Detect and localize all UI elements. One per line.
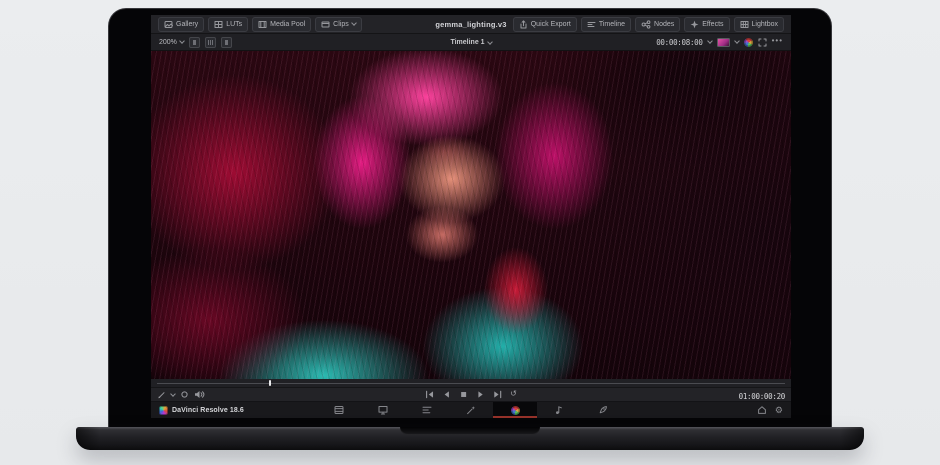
viewer-bar-right-group: 00:00:08:00 ••• bbox=[656, 38, 783, 47]
page-fusion-button[interactable] bbox=[449, 402, 493, 418]
lightbox-icon bbox=[740, 20, 749, 29]
loop-button[interactable]: ↺ bbox=[510, 390, 517, 398]
media-pool-icon bbox=[258, 20, 267, 29]
monitor-preview-icon[interactable] bbox=[717, 38, 730, 47]
page-fairlight-button[interactable] bbox=[537, 402, 581, 418]
color-wheel-icon[interactable] bbox=[744, 38, 753, 47]
transport-bar: ↺ 01:00:00:20 bbox=[151, 388, 791, 402]
timeline-scrubber[interactable] bbox=[151, 379, 791, 388]
page-color-button[interactable] bbox=[493, 402, 537, 418]
luts-button[interactable]: LUTs bbox=[208, 17, 248, 32]
nodes-icon bbox=[641, 20, 651, 29]
toolbar-right-group: Quick Export Timeline Nodes Effects bbox=[513, 17, 784, 32]
chevron-down-icon[interactable] bbox=[707, 38, 713, 44]
viewer-timecode: 00:00:08:00 bbox=[656, 38, 702, 47]
quick-export-button[interactable]: Quick Export bbox=[513, 17, 577, 32]
page-background: gemma_lighting.v3 Gallery LUTs Media Poo… bbox=[0, 0, 940, 465]
viewer-canvas bbox=[151, 51, 791, 379]
nodes-button[interactable]: Nodes bbox=[635, 17, 680, 32]
annotation-icon[interactable] bbox=[180, 390, 189, 399]
transport-controls: ↺ bbox=[425, 390, 517, 399]
chevron-down-icon[interactable] bbox=[170, 391, 176, 397]
playhead-timecode: 01:00:00:20 bbox=[739, 392, 785, 401]
quick-export-icon bbox=[519, 20, 528, 29]
top-toolbar: gemma_lighting.v3 Gallery LUTs Media Poo… bbox=[151, 15, 791, 34]
fur-texture-overlay bbox=[151, 51, 791, 379]
lightbox-button[interactable]: Lightbox bbox=[734, 17, 784, 32]
more-options-icon[interactable]: ••• bbox=[772, 37, 783, 45]
toolbar-left-group: Gallery LUTs Media Pool Clips bbox=[158, 17, 362, 32]
viewer-options-bar: Timeline 1 200% 00:00:08:00 ••• bbox=[151, 34, 791, 51]
page-media-button[interactable] bbox=[317, 402, 361, 418]
gallery-button[interactable]: Gallery bbox=[158, 17, 204, 32]
davinci-resolve-logo bbox=[159, 406, 168, 415]
viewer-zoom-select[interactable]: 200% bbox=[159, 39, 184, 46]
first-frame-button[interactable] bbox=[425, 390, 434, 399]
davinci-resolve-window: gemma_lighting.v3 Gallery LUTs Media Poo… bbox=[151, 15, 791, 417]
page-edit-button[interactable] bbox=[405, 402, 449, 418]
timeline-icon bbox=[587, 20, 596, 29]
scrubber-track[interactable] bbox=[157, 383, 785, 384]
page-deliver-button[interactable] bbox=[581, 402, 625, 418]
viewer-tools-group bbox=[157, 390, 205, 399]
pen-tool-icon[interactable] bbox=[157, 390, 166, 399]
settings-gear-icon[interactable]: ⚙ bbox=[775, 406, 783, 415]
effects-button[interactable]: Effects bbox=[684, 17, 729, 32]
last-frame-button[interactable] bbox=[493, 390, 502, 399]
playhead-timecode-wrap: 01:00:00:20 bbox=[739, 386, 785, 404]
gallery-icon bbox=[164, 20, 173, 29]
chevron-down-icon bbox=[351, 20, 357, 26]
stop-button[interactable] bbox=[459, 390, 468, 399]
home-icon[interactable] bbox=[757, 405, 767, 415]
page-navigation-bar: DaVinci Resolve 18.6 ⚙ bbox=[151, 402, 791, 418]
color-page-wheel-icon bbox=[511, 406, 520, 415]
page-cut-button[interactable] bbox=[361, 402, 405, 418]
page-tabs bbox=[317, 402, 625, 418]
expand-icon[interactable] bbox=[758, 38, 767, 47]
laptop-thumb-scoop bbox=[400, 427, 540, 435]
page-bar-right-group: ⚙ bbox=[757, 405, 783, 415]
laptop-screen: gemma_lighting.v3 Gallery LUTs Media Poo… bbox=[108, 8, 832, 427]
luts-icon bbox=[214, 20, 223, 29]
laptop-base bbox=[76, 427, 864, 450]
chevron-down-icon[interactable] bbox=[734, 38, 740, 44]
timeline-button[interactable]: Timeline bbox=[581, 17, 631, 32]
media-pool-button[interactable]: Media Pool bbox=[252, 17, 311, 32]
effects-icon bbox=[690, 20, 699, 29]
step-back-button[interactable] bbox=[442, 390, 451, 399]
chevron-down-icon bbox=[179, 38, 185, 44]
speaker-icon[interactable] bbox=[194, 390, 205, 399]
chevron-down-icon bbox=[487, 39, 493, 45]
clips-button[interactable]: Clips bbox=[315, 17, 362, 32]
play-button[interactable] bbox=[476, 390, 485, 399]
app-version-label: DaVinci Resolve 18.6 bbox=[172, 407, 244, 414]
clips-icon bbox=[321, 20, 330, 29]
